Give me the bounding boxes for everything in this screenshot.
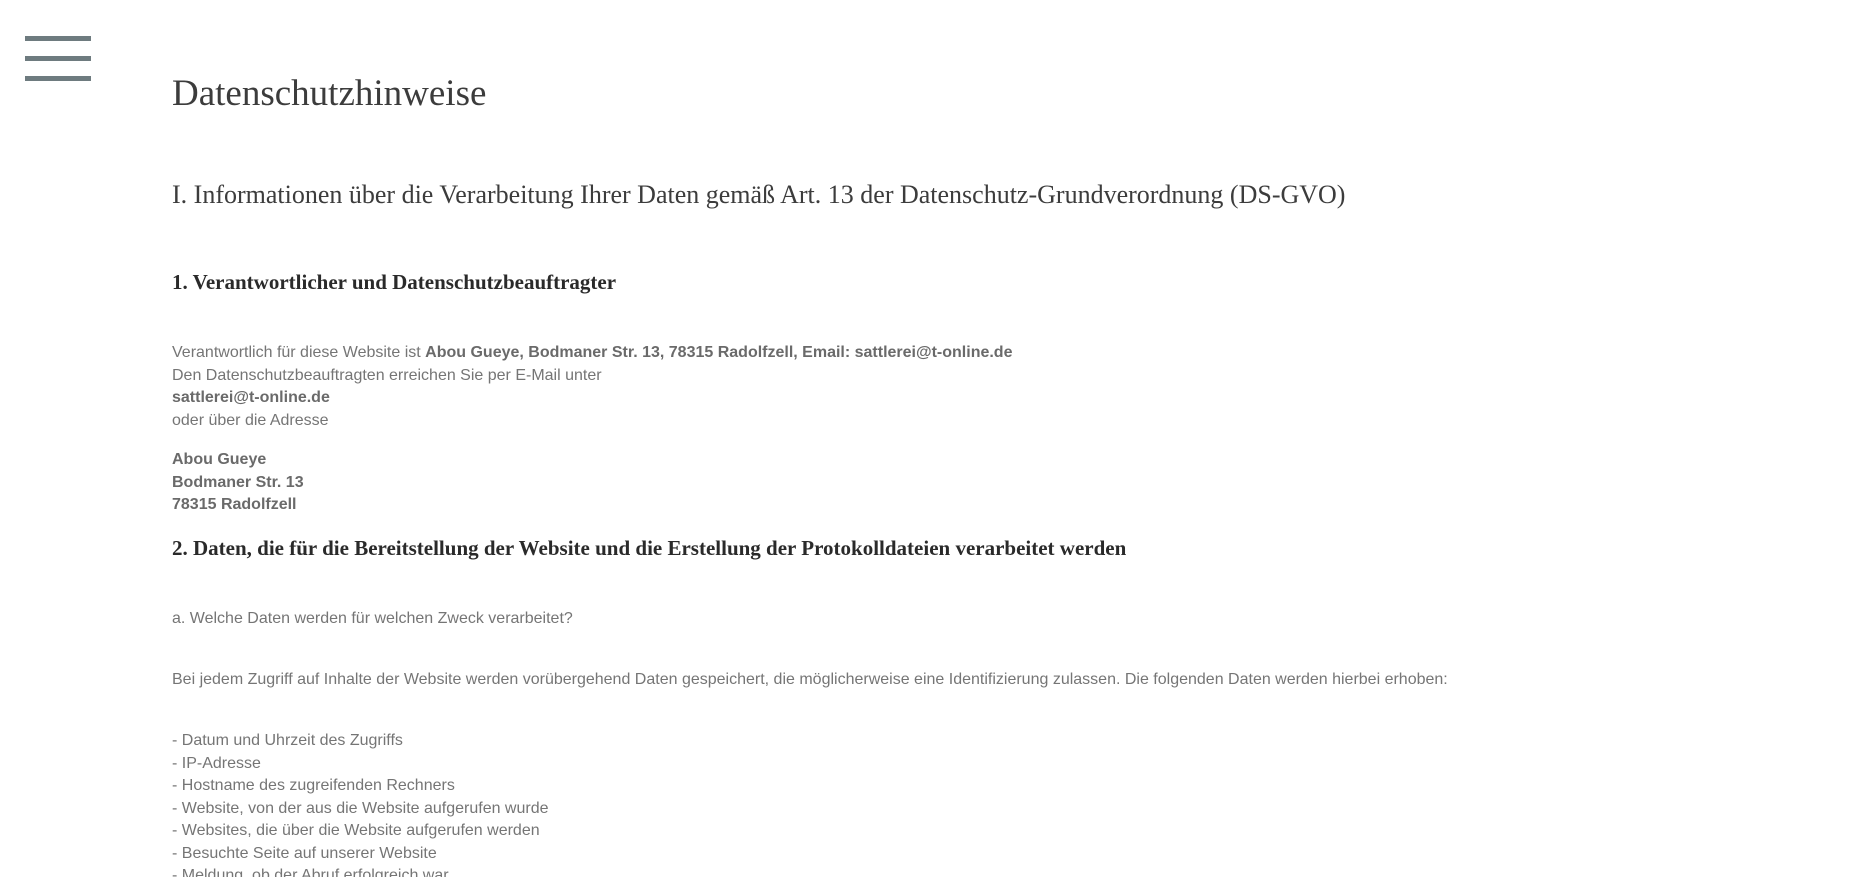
hamburger-menu-icon [25,36,91,41]
page-title: Datenschutzhinweise [172,73,487,114]
dpo-email: sattlerei@t-online.de [172,387,330,410]
hamburger-menu-icon-bar [25,76,91,81]
section-2-question: a. Welche Daten werden für welchen Zweck… [172,610,573,627]
menu-button[interactable] [25,36,91,84]
address-city: 78315 Radolfzell [172,496,297,513]
list-item: - Besuchte Seite auf unserer Website [172,844,437,862]
list-item: - Hostname des zugreifenden Rechners [172,777,455,794]
section-1-heading: 1. Verantwortlicher und Datenschutzbeauf… [172,270,617,294]
responsible-prefix: Verantwortlich für diese Website ist [172,344,426,361]
address-name: Abou Gueye [172,451,267,468]
section-2-intro: Bei jedem Zugriff auf Inhalte der Websit… [172,671,1448,688]
list-item: - Website, von der aus die Website aufge… [172,799,549,817]
list-item: - IP-Adresse [172,754,261,772]
hamburger-menu-icon-bar [25,56,91,61]
address-street: Bodmaner Str. 13 [172,473,304,491]
dpo-email-text: sattlerei@t-online.de [172,389,330,406]
or-address-line: oder über die Adresse [172,411,329,429]
dpo-line: Den Datenschutzbeauftragten erreichen Si… [172,366,602,384]
list-item: - Datum und Uhrzeit des Zugriffs [172,732,403,749]
responsible-contact: Abou Gueye, Bodmaner Str. 13, 78315 Rado… [425,344,1013,361]
responsible-line: Verantwortlich für diese Website ist Abo… [172,342,1012,365]
section-2-heading: 2. Daten, die für die Bereitstellung der… [172,536,1127,560]
list-item: - Meldung, ob der Abruf erfolgreich war [172,867,449,877]
section-title: I. Informationen über die Verarbeitung I… [172,180,1346,209]
list-item: - Websites, die über die Website aufgeru… [172,822,540,839]
